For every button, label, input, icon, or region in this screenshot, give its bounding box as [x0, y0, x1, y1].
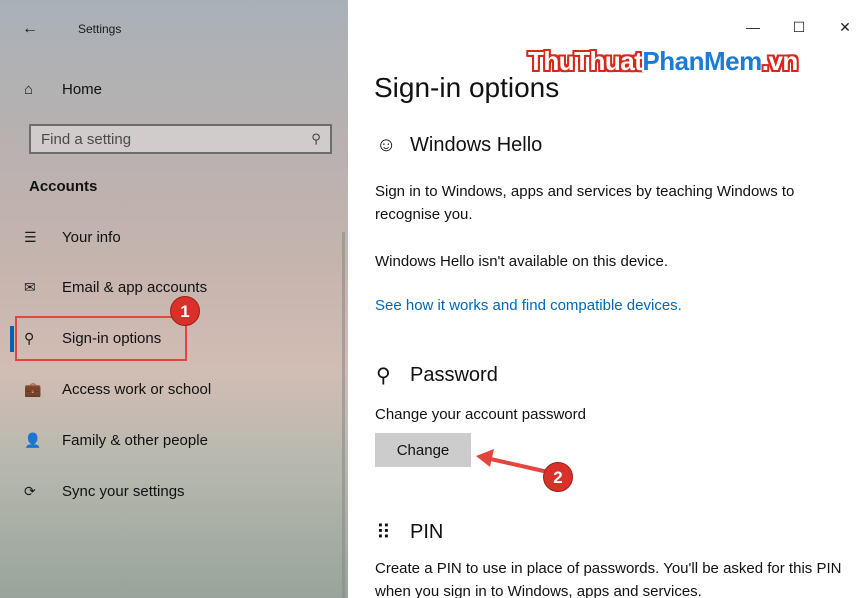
sidebar-item-access-work[interactable]: 💼 Access work or school	[24, 375, 324, 403]
sidebar-item-family[interactable]: 👤 Family & other people	[24, 426, 324, 454]
page-title: Sign-in options	[374, 72, 560, 103]
section-heading-accounts: Accounts	[29, 178, 98, 195]
search-icon[interactable]: ⚲	[302, 131, 330, 147]
password-description: Change your account password	[375, 406, 586, 423]
back-arrow-icon[interactable]: ←	[22, 14, 52, 44]
maximize-icon[interactable]: ☐	[776, 12, 822, 42]
compatible-devices-link[interactable]: See how it works and find compatible dev…	[375, 297, 682, 314]
sidebar-scrollbar[interactable]	[342, 232, 345, 598]
nav-home-label: Home	[62, 80, 103, 98]
watermark-part3: .vn	[761, 46, 799, 76]
search-input[interactable]	[41, 130, 302, 148]
password-title: Password	[410, 364, 498, 386]
watermark-logo: ThuThuatPhanMem.vn	[528, 46, 798, 77]
watermark-part2: PhanMem	[642, 46, 762, 76]
pin-title: PIN	[410, 521, 444, 543]
windows-hello-title: Windows Hello	[410, 134, 543, 156]
title-bar: ← Settings	[0, 0, 348, 58]
smiley-icon: ☺	[376, 134, 397, 156]
annotation-badge-2: 2	[543, 462, 573, 492]
key-icon: ⚲	[376, 365, 391, 387]
person-list-icon: ☰	[24, 228, 37, 245]
mail-icon: ✉	[24, 278, 36, 295]
sidebar-item-label: Sync your settings	[62, 482, 185, 500]
windows-hello-description: Sign in to Windows, apps and services by…	[375, 183, 795, 223]
sidebar-item-your-info[interactable]: ☰ Your info	[24, 223, 324, 251]
pin-heading: ⠿ PIN	[376, 520, 443, 545]
keypad-icon: ⠿	[376, 522, 391, 544]
change-password-button[interactable]: Change	[375, 433, 471, 467]
minimize-icon[interactable]: —	[730, 12, 776, 42]
home-icon: ⌂	[24, 80, 34, 98]
sync-icon: ⟳	[24, 482, 36, 499]
annotation-highlight-box	[15, 316, 187, 361]
app-title: Settings	[78, 22, 122, 36]
search-box[interactable]: ⚲	[29, 124, 332, 154]
sidebar-item-label: Family & other people	[62, 431, 208, 449]
sidebar-item-sync[interactable]: ⟳ Sync your settings	[24, 477, 324, 505]
briefcase-icon: 💼	[24, 380, 42, 397]
close-icon[interactable]: ✕	[822, 12, 868, 42]
annotation-badge-1: 1	[170, 296, 200, 326]
sidebar-item-label: Access work or school	[62, 380, 212, 398]
window-controls: — ☐ ✕	[730, 12, 868, 42]
sidebar-item-email-accounts[interactable]: ✉ Email & app accounts	[24, 273, 324, 301]
windows-hello-heading: ☺ Windows Hello	[376, 134, 542, 157]
password-heading: ⚲ Password	[376, 363, 498, 388]
nav-home[interactable]: ⌂ Home	[24, 76, 324, 102]
windows-hello-status: Windows Hello isn't available on this de…	[375, 253, 669, 270]
person-add-icon: 👤	[24, 431, 42, 448]
sidebar-item-label: Email & app accounts	[62, 278, 208, 296]
sidebar-item-label: Your info	[62, 228, 121, 246]
pin-description: Create a PIN to use in place of password…	[375, 560, 842, 598]
